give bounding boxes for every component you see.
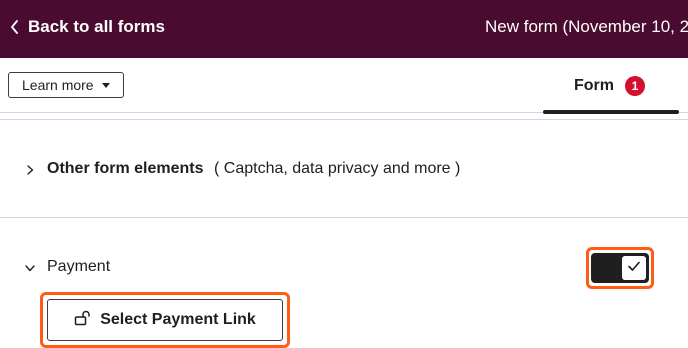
select-payment-link-button[interactable]: Select Payment Link xyxy=(47,299,283,341)
active-tab-indicator xyxy=(543,110,679,114)
back-link-label: Back to all forms xyxy=(28,17,165,36)
form-title[interactable]: New form (November 10, 20 xyxy=(485,17,688,37)
tab-form[interactable]: Form 1 xyxy=(543,58,679,114)
select-payment-link-label: Select Payment Link xyxy=(100,311,256,328)
toggle-knob xyxy=(622,256,646,280)
payment-section-title: Payment xyxy=(47,258,111,275)
section-divider xyxy=(0,217,688,218)
other-form-elements-subtitle: ( Captcha, data privacy and more ) xyxy=(214,160,461,177)
chevron-down-icon xyxy=(24,261,36,273)
section-divider xyxy=(0,119,688,120)
back-to-forms-link[interactable]: Back to all forms xyxy=(10,16,165,38)
tab-form-label: Form xyxy=(574,77,614,94)
other-form-elements-header[interactable]: Other form elements ( Captcha, data priv… xyxy=(0,154,688,184)
payment-toggle-highlight xyxy=(586,247,654,289)
learn-more-label: Learn more xyxy=(22,77,94,93)
tab-form-error-badge: 1 xyxy=(625,76,645,96)
caret-down-icon xyxy=(102,83,110,88)
select-payment-link-highlight: Select Payment Link xyxy=(40,292,290,348)
other-form-elements-title: Other form elements xyxy=(47,160,204,177)
chevron-left-icon xyxy=(10,20,20,34)
payment-section-header[interactable]: Payment xyxy=(0,252,688,282)
learn-more-dropdown[interactable]: Learn more xyxy=(8,72,124,98)
chevron-right-icon xyxy=(24,163,36,175)
toolbar: Learn more Form 1 xyxy=(0,58,688,114)
payment-toggle[interactable] xyxy=(591,253,649,283)
unlock-icon xyxy=(74,310,92,331)
top-header-bar: Back to all forms New form (November 10,… xyxy=(0,0,688,58)
check-icon xyxy=(627,259,641,277)
